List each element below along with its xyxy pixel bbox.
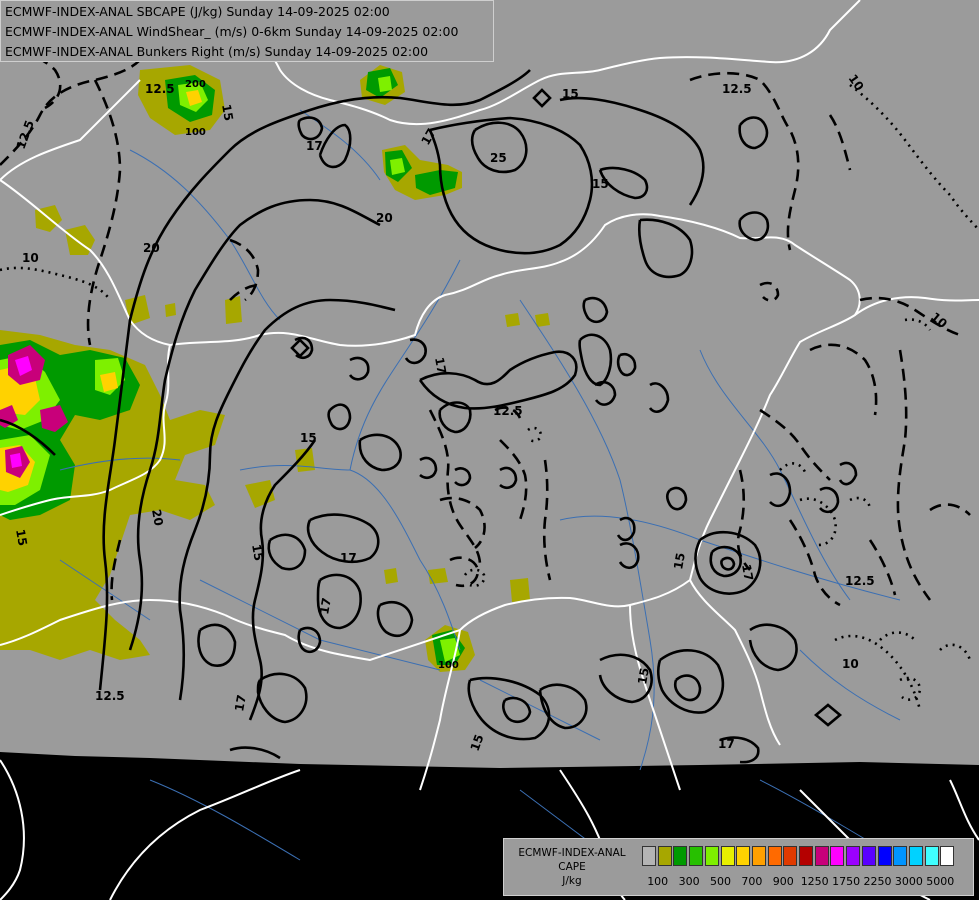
- contour-label: 200: [185, 79, 206, 90]
- legend-unit: J/kg: [562, 875, 582, 887]
- contour-label: 15: [249, 543, 266, 562]
- contour-label: 15: [300, 431, 317, 445]
- contour-label: 12.5: [722, 82, 752, 96]
- contour-label: 17: [739, 563, 756, 582]
- contour-label: 17: [718, 737, 735, 751]
- contour-label: 15: [592, 177, 609, 191]
- legend-swatch: [657, 846, 672, 866]
- contour-label: 10: [842, 657, 859, 671]
- legend-swatch: [924, 846, 939, 866]
- contour-label: 12.5: [493, 404, 523, 418]
- cape-legend: ECMWF-INDEX-ANAL CAPE J/kg 100 300 500 700 9…: [503, 838, 974, 896]
- legend-tick-label: 500: [710, 875, 731, 888]
- legend-swatch: [877, 846, 892, 866]
- contour-label: 17: [232, 694, 249, 713]
- legend-swatch: [861, 846, 876, 866]
- legend-swatch: [689, 846, 704, 866]
- title-bunkers: ECMWF-INDEX-ANAL Bunkers Right (m/s) Sun…: [5, 44, 429, 59]
- legend-swatch: [720, 846, 735, 866]
- contour-label: 17: [340, 551, 357, 565]
- legend-tick-label: 3000: [894, 875, 923, 888]
- contour-label: 15: [13, 528, 30, 547]
- legend-tick-label: 2250: [863, 875, 892, 888]
- legend-tick-label: 900: [772, 875, 794, 888]
- contour-label: 17: [317, 597, 334, 616]
- contour-label: 20: [376, 211, 393, 225]
- contour-label: 12.5: [145, 82, 175, 96]
- contour-label: 20: [149, 508, 166, 527]
- contour-label: 15: [635, 667, 652, 686]
- weather-map: 12.5 200 100 15 17 20 25 12.5 10 15 17 2…: [0, 0, 979, 900]
- contour-label: 17: [306, 139, 323, 153]
- legend-swatch: [767, 846, 782, 866]
- legend-swatch: [830, 846, 845, 866]
- legend-swatch: [908, 846, 923, 866]
- contour-label: 17: [432, 356, 449, 375]
- legend-source: ECMWF-INDEX-ANAL: [518, 847, 626, 859]
- contour-label: 15: [671, 552, 688, 571]
- legend-swatch: [940, 846, 955, 866]
- legend-swatch: [846, 846, 861, 866]
- legend-tick-label: 1250: [800, 875, 829, 888]
- legend-swatch: [814, 846, 829, 866]
- legend-variable: CAPE: [558, 861, 586, 873]
- contour-label: 15: [562, 87, 579, 101]
- title-windshear: ECMWF-INDEX-ANAL WindShear_ (m/s) 0-6km …: [5, 24, 459, 39]
- contour-label: 10: [22, 251, 39, 265]
- contour-label: 12.5: [95, 689, 125, 703]
- legend-tick-label: 5000: [926, 875, 955, 888]
- legend-tick-label: 300: [678, 875, 700, 888]
- legend-swatch: [751, 846, 766, 866]
- legend-swatch: [783, 846, 798, 866]
- contour-label: 15: [219, 103, 236, 122]
- legend-tick-label: 100: [647, 875, 669, 888]
- legend-swatch: [799, 846, 813, 866]
- legend-tick-label: 700: [741, 875, 763, 888]
- title-sbcape: ECMWF-INDEX-ANAL SBCAPE (J/kg) Sunday 14…: [5, 4, 390, 19]
- legend-swatch: [642, 846, 656, 866]
- title-box: ECMWF-INDEX-ANAL SBCAPE (J/kg) Sunday 14…: [0, 0, 494, 62]
- contour-label: 20: [143, 241, 160, 255]
- contour-label: 100: [185, 127, 206, 138]
- contour-label: 25: [490, 151, 507, 165]
- legend-swatch: [736, 846, 751, 866]
- legend-swatch: [893, 846, 908, 866]
- contour-label: 100: [438, 660, 459, 671]
- legend-tick-label: 1750: [832, 875, 861, 888]
- legend-swatch: [673, 846, 688, 866]
- contour-label: 12.5: [845, 574, 875, 588]
- legend-swatch: [704, 846, 719, 866]
